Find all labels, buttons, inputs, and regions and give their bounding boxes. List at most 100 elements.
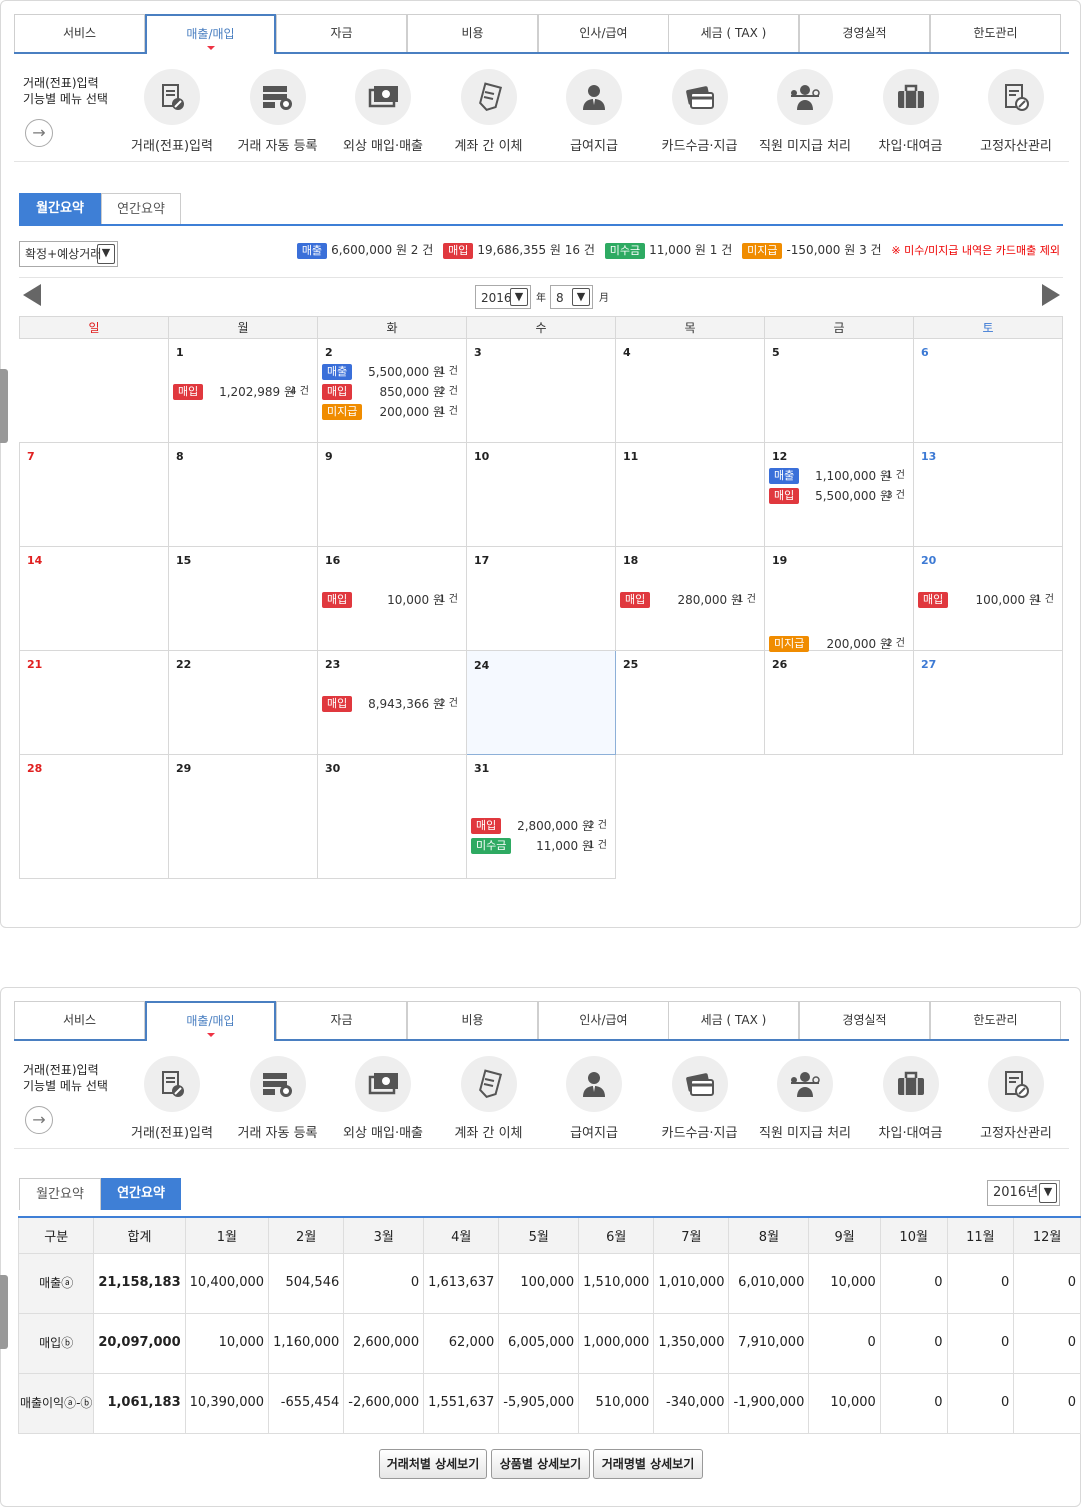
menu-item-2[interactable]: 외상 매입·매출: [330, 1056, 436, 1141]
nav-tab-7[interactable]: 한도관리: [930, 14, 1061, 52]
menu-item-3[interactable]: 계좌 간 이체: [436, 69, 542, 154]
entry-amount: 280,000 원: [677, 593, 742, 607]
calendar-day[interactable]: 28: [19, 754, 169, 879]
arrow-right-icon[interactable]: →: [25, 1106, 53, 1134]
menu-item-5[interactable]: 카드수금·지급: [647, 69, 753, 154]
calendar-entry[interactable]: 매입 1,202,989 원4 건: [173, 383, 313, 401]
calendar-entry[interactable]: 매출 5,500,000 원1 건: [322, 363, 462, 381]
side-handle[interactable]: [0, 369, 8, 443]
calendar-day[interactable]: 29: [168, 754, 318, 879]
calendar-day[interactable]: 11: [615, 442, 765, 547]
calendar-entry[interactable]: 미지급 200,000 원1 건: [322, 403, 462, 421]
calendar-day[interactable]: 4: [615, 338, 765, 443]
calendar-entry[interactable]: 매출 1,100,000 원1 건: [769, 467, 909, 485]
menu-item-8[interactable]: 고정자산관리: [963, 1056, 1069, 1141]
menu-item-4[interactable]: 급여지급: [541, 69, 647, 154]
calendar-day[interactable]: 23 매입 8,943,366 원2 건: [317, 650, 467, 755]
nav-tab-2[interactable]: 자금: [276, 14, 407, 52]
tab-monthly-summary[interactable]: 월간요약: [19, 1178, 101, 1210]
calendar-day[interactable]: 25: [615, 650, 765, 755]
nav-tab-4[interactable]: 인사/급여: [538, 1001, 669, 1039]
detail-by-transaction-button[interactable]: 거래명별 상세보기: [593, 1449, 703, 1479]
menu-item-6[interactable]: 직원 미지급 처리: [752, 1056, 858, 1141]
arrow-right-icon[interactable]: →: [25, 119, 53, 147]
menu-item-label: 차입·대여금: [878, 1126, 943, 1141]
calendar-day[interactable]: 20 매입 100,000 원1 건: [913, 546, 1063, 651]
menu-item-6[interactable]: 직원 미지급 처리: [752, 69, 858, 154]
calendar-entry[interactable]: 매입 10,000 원1 건: [322, 591, 462, 609]
asset-document-icon: [988, 69, 1044, 125]
calendar-day[interactable]: 30: [317, 754, 467, 879]
calendar-day[interactable]: 3: [466, 338, 616, 443]
calendar-day[interactable]: 17: [466, 546, 616, 651]
nav-tab-0[interactable]: 서비스: [14, 1001, 145, 1039]
menu-item-1[interactable]: 거래 자동 등록: [225, 1056, 331, 1141]
calendar-day[interactable]: 15: [168, 546, 318, 651]
nav-tab-3[interactable]: 비용: [407, 1001, 538, 1039]
calendar-day[interactable]: 10: [466, 442, 616, 547]
filter-select[interactable]: 확정+예상거래 ▼: [19, 241, 118, 267]
calendar-day[interactable]: 7: [19, 442, 169, 547]
calendar-day[interactable]: 18 매입 280,000 원1 건: [615, 546, 765, 651]
calendar-entry[interactable]: 미수금 11,000 원1 건: [471, 837, 611, 855]
nav-tab-7[interactable]: 한도관리: [930, 1001, 1061, 1039]
menu-item-7[interactable]: 차입·대여금: [858, 69, 964, 154]
calendar-day[interactable]: 26: [764, 650, 914, 755]
calendar-day[interactable]: 9: [317, 442, 467, 547]
nav-tab-6[interactable]: 경영실적: [799, 14, 930, 52]
calendar-day[interactable]: 16 매입 10,000 원1 건: [317, 546, 467, 651]
calendar-day[interactable]: 2 매출 5,500,000 원1 건 매입 850,000 원2 건 미지급 200,00…: [317, 338, 467, 443]
calendar-day[interactable]: 24: [466, 650, 616, 755]
calendar-day[interactable]: 21: [19, 650, 169, 755]
calendar-entry[interactable]: 매입 5,500,000 원3 건: [769, 487, 909, 505]
tab-yearly-summary[interactable]: 연간요약: [101, 1178, 181, 1210]
menu-item-2[interactable]: 외상 매입·매출: [330, 69, 436, 154]
calendar-day[interactable]: 1 매입 1,202,989 원4 건: [168, 338, 318, 443]
menu-item-7[interactable]: 차입·대여금: [858, 1056, 964, 1141]
calendar-day[interactable]: 22: [168, 650, 318, 755]
nav-tab-3[interactable]: 비용: [407, 14, 538, 52]
menu-item-1[interactable]: 거래 자동 등록: [225, 69, 331, 154]
calendar-day[interactable]: 31 매입 2,800,000 원2 건 미수금 11,000 원1 건: [466, 754, 616, 879]
calendar-entry[interactable]: 매입 100,000 원1 건: [918, 591, 1058, 609]
calendar-entry[interactable]: 매입 280,000 원1 건: [620, 591, 760, 609]
menu-item-0[interactable]: 거래(전표)입력: [119, 1056, 225, 1141]
menu-item-8[interactable]: 고정자산관리: [963, 69, 1069, 154]
prev-month-icon[interactable]: [23, 284, 41, 306]
calendar-day[interactable]: 5: [764, 338, 914, 443]
menu-item-3[interactable]: 계좌 간 이체: [436, 1056, 542, 1141]
side-handle[interactable]: [0, 1275, 8, 1349]
calendar-day[interactable]: 8: [168, 442, 318, 547]
calendar-day[interactable]: 13: [913, 442, 1063, 547]
calendar-day[interactable]: 14: [19, 546, 169, 651]
calendar-entry[interactable]: 매입 8,943,366 원2 건: [322, 695, 462, 713]
calendar-day[interactable]: 19 미지급 200,000 원2 건: [764, 546, 914, 652]
nav-tab-2[interactable]: 자금: [276, 1001, 407, 1039]
calendar-entry[interactable]: 매입 850,000 원2 건: [322, 383, 462, 401]
calendar-day[interactable]: 12 매출 1,100,000 원1 건 매입 5,500,000 원3 건: [764, 442, 914, 547]
nav-tab-5[interactable]: 세금 ( TAX ): [668, 1001, 799, 1039]
next-month-icon[interactable]: [1042, 284, 1060, 306]
nav-tab-0[interactable]: 서비스: [14, 14, 145, 52]
nav-tab-4[interactable]: 인사/급여: [538, 14, 669, 52]
nav-tab-1[interactable]: 매출/매입: [145, 14, 276, 54]
detail-by-client-button[interactable]: 거래처별 상세보기: [379, 1449, 487, 1479]
calendar: 일 월 화 수 목 금 토 1 매입 1,202,989 원4 건 2 매출 5,500,000 원1 …: [19, 316, 1063, 879]
nav-tab-1[interactable]: 매출/매입: [145, 1001, 276, 1041]
nav-tab-6[interactable]: 경영실적: [799, 1001, 930, 1039]
tab-monthly-summary[interactable]: 월간요약: [19, 193, 101, 225]
year-select[interactable]: 2016 ▼: [475, 285, 531, 309]
calendar-day[interactable]: 27: [913, 650, 1063, 755]
menu-item-label: 외상 매입·매출: [342, 1126, 424, 1141]
credit-card-icon: [671, 1056, 728, 1112]
tab-yearly-summary[interactable]: 연간요약: [101, 193, 181, 225]
calendar-entry[interactable]: 매입 2,800,000 원2 건: [471, 817, 611, 835]
year-select[interactable]: 2016년 ▼: [987, 1180, 1060, 1206]
calendar-day[interactable]: 6: [913, 338, 1063, 443]
month-select[interactable]: 8 ▼: [550, 285, 593, 309]
menu-item-5[interactable]: 카드수금·지급: [647, 1056, 753, 1141]
menu-item-4[interactable]: 급여지급: [541, 1056, 647, 1141]
detail-by-product-button[interactable]: 상품별 상세보기: [491, 1449, 590, 1479]
menu-item-0[interactable]: 거래(전표)입력: [119, 69, 225, 154]
nav-tab-5[interactable]: 세금 ( TAX ): [668, 14, 799, 52]
